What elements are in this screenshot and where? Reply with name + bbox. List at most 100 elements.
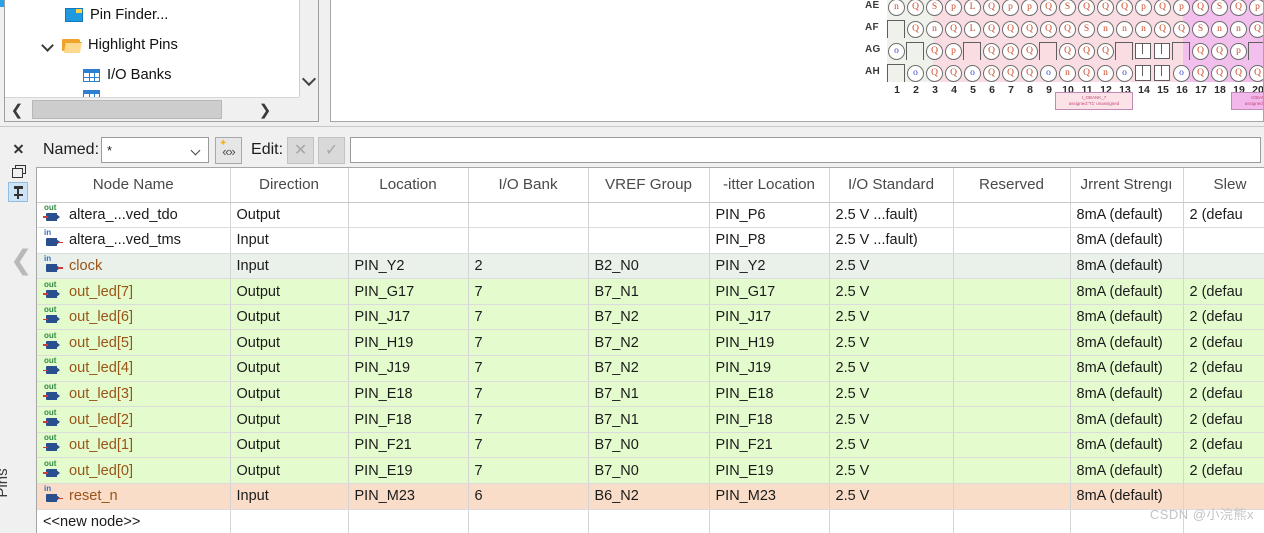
cell-location[interactable] xyxy=(348,509,469,533)
cell-reserved[interactable] xyxy=(953,253,1071,280)
cell-io-standard[interactable]: 2.5 V xyxy=(829,432,954,459)
table-row[interactable]: out out_led[3] Output PIN_E18 7 B7_N1 PIN_E18 2… xyxy=(37,381,1264,408)
table-row[interactable]: out altera_...ved_tdo Output PIN_P6 2.5 V ..… xyxy=(37,202,1264,229)
package-pin-square[interactable] xyxy=(1154,43,1170,59)
cell-fitter-location[interactable]: PIN_M23 xyxy=(709,483,830,510)
package-pin-ball[interactable]: Q xyxy=(1078,65,1095,82)
cell-node-name[interactable]: out out_led[0] xyxy=(37,457,231,485)
tree-item-pin-finder[interactable]: Pin Finder... xyxy=(5,0,301,30)
package-pin-ball[interactable]: Q xyxy=(1249,65,1263,82)
table-column-header[interactable]: Slew xyxy=(1183,168,1264,203)
cell-node-name[interactable]: out out_led[6] xyxy=(37,304,231,331)
cell-reserved[interactable] xyxy=(953,406,1071,433)
package-pin-ball[interactable]: Q xyxy=(1059,21,1076,38)
cell-slew-rate[interactable]: 2 (defau xyxy=(1183,432,1264,459)
cell-reserved[interactable] xyxy=(953,329,1071,357)
cell-vref-group[interactable]: B7_N2 xyxy=(588,355,710,382)
package-pin-ball[interactable]: Q xyxy=(983,65,1000,82)
cell-reserved[interactable] xyxy=(953,432,1071,459)
cell-reserved[interactable] xyxy=(953,227,1071,254)
cell-fitter-location[interactable]: PIN_H19 xyxy=(709,329,830,357)
package-pin-ball[interactable]: Q xyxy=(1021,65,1038,82)
package-pin-ball[interactable]: p xyxy=(1230,43,1247,60)
package-pin-ball[interactable]: Q xyxy=(1021,43,1038,60)
cell-io-standard[interactable]: 2.5 V xyxy=(829,278,954,305)
package-view-canvas[interactable]: AE AF AG AH nQSpLQppQSQQQpQpQSQpQnQLQQQQ… xyxy=(331,0,1263,121)
package-pin-ball[interactable]: n xyxy=(1211,21,1228,38)
cell-reserved[interactable] xyxy=(953,457,1071,485)
cell-direction[interactable]: Output xyxy=(230,457,349,485)
cell-node-name[interactable]: out out_led[5] xyxy=(37,329,231,357)
cell-current-strength[interactable]: 8mA (default) xyxy=(1070,329,1184,357)
cell-fitter-location[interactable]: PIN_G17 xyxy=(709,278,830,305)
cell-io-standard[interactable]: 2.5 V ...fault) xyxy=(829,202,954,229)
cell-direction[interactable]: Output xyxy=(230,304,349,331)
cell-location[interactable]: PIN_F18 xyxy=(348,406,469,433)
cell-current-strength[interactable]: 8mA (default) xyxy=(1070,406,1184,433)
package-pin-ball[interactable]: Q xyxy=(1192,43,1209,60)
package-pin-square[interactable] xyxy=(1135,65,1151,81)
cell-reserved[interactable] xyxy=(953,381,1071,408)
table-column-header[interactable]: Jrrent Strengı xyxy=(1070,168,1184,203)
cell-io-standard[interactable]: 2.5 V xyxy=(829,406,954,433)
package-pin-ball[interactable]: p xyxy=(945,43,962,60)
package-pin-ball[interactable]: n xyxy=(1135,21,1152,38)
cell-node-name[interactable]: in clock xyxy=(37,253,231,280)
cell-io-bank[interactable]: 7 xyxy=(468,278,589,305)
cell-slew-rate[interactable]: 2 (defau xyxy=(1183,202,1264,229)
cell-vref-group[interactable]: B7_N2 xyxy=(588,329,710,357)
table-row[interactable]: out out_led[7] Output PIN_G17 7 B7_N1 PIN_G17 2… xyxy=(37,278,1264,305)
package-pin-triangle[interactable] xyxy=(962,41,981,60)
cell-direction[interactable]: Output xyxy=(230,432,349,459)
cell-slew-rate[interactable]: 2 (defau xyxy=(1183,406,1264,433)
cell-io-bank[interactable]: 7 xyxy=(468,457,589,485)
cell-fitter-location[interactable]: PIN_F21 xyxy=(709,432,830,459)
cell-location[interactable]: PIN_J17 xyxy=(348,304,469,331)
cancel-edit-button[interactable]: ✕ xyxy=(287,136,315,164)
panel-splitter[interactable] xyxy=(0,126,1264,133)
pushpin-icon[interactable] xyxy=(8,182,28,202)
cell-node-name[interactable]: out out_led[2] xyxy=(37,406,231,433)
chevron-left-icon[interactable]: ❮ xyxy=(5,98,29,121)
cell-location[interactable]: PIN_E19 xyxy=(348,457,469,485)
package-pin-ball[interactable]: Q xyxy=(1078,43,1095,60)
cell-current-strength[interactable]: 8mA (default) xyxy=(1070,355,1184,382)
table-row[interactable]: out out_led[5] Output PIN_H19 7 B7_N2 PIN_H19 2… xyxy=(37,329,1264,357)
cell-node-name[interactable]: in reset_n xyxy=(37,483,231,510)
table-row[interactable]: out out_led[4] Output PIN_J19 7 B7_N2 PIN_J19 2… xyxy=(37,355,1264,382)
package-pin-grid[interactable]: nQSpLQppQSQQQpQpQSQpQnQLQQQQQSnnnQQSnnQo… xyxy=(886,0,1263,96)
cell-fitter-location[interactable]: PIN_J17 xyxy=(709,304,830,331)
package-pin-ball[interactable]: o xyxy=(907,65,924,82)
cell-slew-rate[interactable]: 2 (defau xyxy=(1183,329,1264,357)
package-pin-triangle[interactable] xyxy=(905,41,924,60)
cell-vref-group[interactable]: B7_N1 xyxy=(588,381,710,408)
cell-io-bank[interactable]: 7 xyxy=(468,432,589,459)
pin-assignments-table-container[interactable]: Node Name Direction Location I/O Bank VREF G… xyxy=(36,167,1264,533)
cell-io-bank[interactable]: 2 xyxy=(468,253,589,280)
tree-horizontal-scrollbar[interactable]: ❮ ❯ xyxy=(5,97,301,121)
package-pin-ball[interactable]: Q xyxy=(1002,43,1019,60)
table-row[interactable]: out out_led[2] Output PIN_F18 7 B7_N1 PIN_F18 2… xyxy=(37,406,1264,433)
cell-io-standard[interactable]: 2.5 V xyxy=(829,355,954,382)
package-pin-ball[interactable]: Q xyxy=(926,65,943,82)
package-pin-ball[interactable]: Q xyxy=(945,65,962,82)
cell-slew-rate[interactable]: 2 (defau xyxy=(1183,278,1264,305)
cell-vref-group[interactable] xyxy=(588,227,710,254)
package-pin-square[interactable] xyxy=(1154,65,1170,81)
table-row[interactable]: in reset_n Input PIN_M23 6 B6_N2 PIN_M23 2.5 V8… xyxy=(37,483,1264,510)
cell-fitter-location[interactable]: PIN_Y2 xyxy=(709,253,830,280)
cell-current-strength[interactable]: 8mA (default) xyxy=(1070,304,1184,331)
close-icon[interactable] xyxy=(8,138,28,158)
package-pin-ball[interactable]: Q xyxy=(1211,43,1228,60)
cell-current-strength[interactable]: 8mA (default) xyxy=(1070,278,1184,305)
cell-fitter-location[interactable]: PIN_P6 xyxy=(709,202,830,229)
table-row[interactable]: out out_led[0] Output PIN_E19 7 B7_N0 PIN_E19 2… xyxy=(37,457,1264,485)
package-pin-ball[interactable]: o xyxy=(1173,65,1190,82)
cell-reserved[interactable] xyxy=(953,509,1071,533)
package-pin-ball[interactable]: Q xyxy=(983,21,1000,38)
cell-direction[interactable]: Output xyxy=(230,329,349,357)
cell-node-name[interactable]: <<new node>> xyxy=(37,509,231,533)
package-pin-ball[interactable]: Q xyxy=(1097,43,1114,60)
package-pin-ball[interactable]: Q xyxy=(1154,21,1171,38)
cell-current-strength[interactable]: 8mA (default) xyxy=(1070,432,1184,459)
